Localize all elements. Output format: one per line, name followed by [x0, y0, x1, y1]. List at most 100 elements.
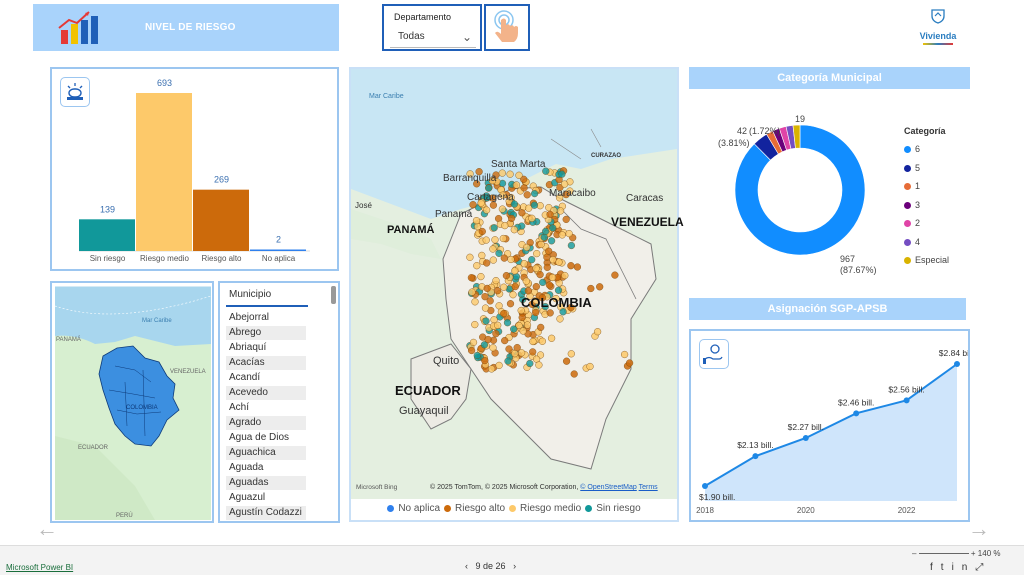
- department-dropdown[interactable]: Todas ⌄: [390, 26, 476, 48]
- map-point[interactable]: [515, 171, 523, 179]
- linkedin-icon[interactable]: in: [952, 562, 976, 573]
- map-point[interactable]: [567, 350, 575, 358]
- map-point[interactable]: [528, 256, 536, 264]
- map-point[interactable]: [467, 346, 476, 355]
- map-point[interactable]: [473, 351, 481, 360]
- map-point[interactable]: [492, 330, 500, 338]
- department-slicer[interactable]: Departamento Todas ⌄: [382, 4, 482, 51]
- map-point[interactable]: [545, 247, 553, 255]
- fullscreen-icon[interactable]: ⤢: [975, 562, 991, 573]
- map-point[interactable]: [507, 255, 515, 264]
- map-legend-item[interactable]: Riesgo medio: [509, 503, 581, 514]
- map-point[interactable]: [586, 362, 594, 371]
- map-point[interactable]: [537, 240, 545, 249]
- map-point[interactable]: [537, 323, 545, 332]
- map-point[interactable]: [500, 254, 508, 262]
- facebook-icon[interactable]: f: [930, 562, 941, 573]
- map-point[interactable]: [471, 321, 479, 329]
- categoria-legend-item[interactable]: 4: [904, 233, 974, 252]
- categoria-legend-item[interactable]: 3: [904, 196, 974, 215]
- map-point[interactable]: [573, 263, 582, 271]
- map-point[interactable]: [499, 234, 507, 243]
- map-point[interactable]: [498, 205, 507, 213]
- map-point[interactable]: [557, 207, 565, 215]
- map-point[interactable]: [480, 341, 489, 349]
- terms-link[interactable]: Terms: [639, 484, 658, 491]
- map-point[interactable]: [543, 253, 551, 261]
- sgp-point[interactable]: [802, 434, 809, 441]
- map-point[interactable]: [478, 227, 486, 236]
- bar-0[interactable]: [79, 219, 135, 251]
- map-point[interactable]: [511, 350, 519, 358]
- tap-button[interactable]: [484, 4, 530, 51]
- map-point[interactable]: [503, 319, 512, 327]
- powerbi-link[interactable]: Microsoft Power BI: [6, 563, 73, 572]
- map-point[interactable]: [538, 337, 547, 345]
- map-point[interactable]: [528, 214, 536, 222]
- map-point[interactable]: [535, 361, 543, 369]
- map-point[interactable]: [505, 345, 513, 353]
- categoria-donut-chart[interactable]: [705, 100, 905, 280]
- list-scrollbar[interactable]: [331, 286, 336, 304]
- categoria-legend-item[interactable]: 1: [904, 177, 974, 196]
- map-point[interactable]: [471, 298, 479, 306]
- municipio-item[interactable]: Agrado: [226, 416, 306, 430]
- municipio-item[interactable]: Acandí: [226, 371, 306, 385]
- map-point[interactable]: [504, 357, 512, 365]
- map-point[interactable]: [473, 262, 481, 270]
- map-point[interactable]: [511, 283, 519, 291]
- map-point[interactable]: [523, 243, 531, 252]
- map-point[interactable]: [500, 283, 508, 291]
- map-point[interactable]: [508, 214, 516, 223]
- map-point[interactable]: [502, 272, 511, 280]
- map-point[interactable]: [483, 284, 491, 293]
- map-point[interactable]: [562, 215, 570, 224]
- map-point[interactable]: [520, 184, 528, 192]
- map-point[interactable]: [529, 337, 537, 346]
- map-point[interactable]: [506, 170, 514, 178]
- sgp-point[interactable]: [752, 453, 759, 460]
- map-point[interactable]: [489, 344, 497, 352]
- map-point[interactable]: [468, 288, 476, 296]
- map-point[interactable]: [524, 287, 533, 295]
- map-point[interactable]: [532, 264, 540, 272]
- map-point[interactable]: [481, 357, 489, 365]
- map-point[interactable]: [510, 226, 518, 234]
- bar-2[interactable]: [193, 189, 249, 251]
- municipio-item[interactable]: Aguadas: [226, 476, 306, 490]
- map-point[interactable]: [531, 189, 539, 198]
- map-point[interactable]: [485, 184, 493, 192]
- map-point[interactable]: [510, 325, 518, 333]
- map-legend-item[interactable]: No aplica: [387, 503, 440, 514]
- map-point[interactable]: [477, 273, 485, 281]
- map-point[interactable]: [549, 224, 557, 232]
- map-point[interactable]: [523, 191, 531, 199]
- municipio-item[interactable]: Aguachica: [226, 446, 306, 460]
- map-point[interactable]: [548, 237, 556, 245]
- map-point[interactable]: [482, 236, 490, 244]
- next-page-chevron-icon[interactable]: ›: [513, 561, 516, 571]
- map-point[interactable]: [611, 271, 619, 279]
- map-point[interactable]: [518, 349, 526, 357]
- colombia-risk-map[interactable]: [351, 69, 677, 499]
- map-point[interactable]: [466, 253, 474, 261]
- categoria-legend-item[interactable]: 6: [904, 140, 974, 159]
- map-point[interactable]: [570, 370, 578, 378]
- map-point[interactable]: [483, 206, 491, 214]
- municipio-item[interactable]: Aguazul: [226, 491, 306, 505]
- categoria-legend-item[interactable]: Especial: [904, 251, 974, 270]
- sgp-point[interactable]: [954, 361, 960, 367]
- map-point[interactable]: [567, 262, 575, 270]
- map-point[interactable]: [494, 287, 502, 295]
- municipio-item[interactable]: Agustín Codazzi: [226, 506, 306, 520]
- sgp-point[interactable]: [903, 397, 910, 404]
- municipio-item[interactable]: Abejorral: [226, 311, 306, 325]
- map-point[interactable]: [492, 277, 500, 285]
- map-point[interactable]: [483, 259, 491, 267]
- map-point[interactable]: [539, 278, 547, 287]
- map-point[interactable]: [526, 359, 534, 368]
- map-point[interactable]: [561, 180, 569, 188]
- map-point[interactable]: [532, 283, 540, 291]
- map-point[interactable]: [543, 263, 551, 272]
- bar-1[interactable]: [136, 93, 192, 251]
